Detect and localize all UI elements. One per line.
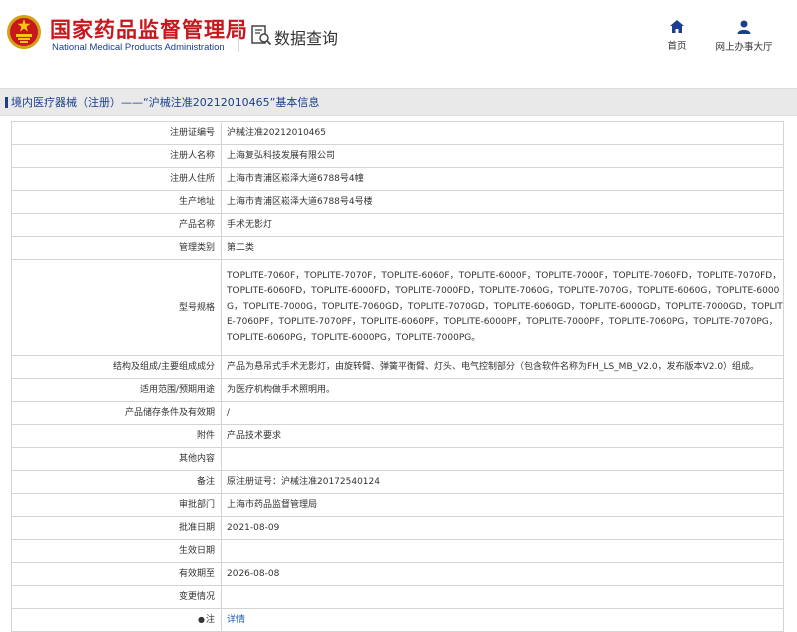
info-row: 生产地址 上海市青浦区崧泽大道6788号4号楼 bbox=[11, 190, 784, 214]
data-query-title: 数据查询 bbox=[274, 29, 339, 48]
info-row-label: 适用范围/预期用途 bbox=[11, 378, 222, 402]
info-row-value: / bbox=[221, 401, 784, 425]
info-row-value bbox=[221, 447, 784, 471]
info-row: 管理类别 第二类 bbox=[11, 236, 784, 260]
info-row-value: 上海复弘科技发展有限公司 bbox=[221, 144, 784, 168]
info-row-label: 附件 bbox=[11, 424, 222, 448]
info-row: 生效日期 bbox=[11, 539, 784, 563]
info-row: 注册证编号 沪械注准20212010465 bbox=[11, 121, 784, 145]
info-row: 其他内容 bbox=[11, 447, 784, 471]
info-row-value bbox=[221, 539, 784, 563]
info-row-value: 产品技术要求 bbox=[221, 424, 784, 448]
info-row-label: 其他内容 bbox=[11, 447, 222, 471]
info-row: 型号规格 TOPLITE-7060F，TOPLITE-7070F，TOPLITE-… bbox=[11, 259, 784, 356]
info-row-label: 结构及组成/主要组成成分 bbox=[11, 355, 222, 379]
data-query-icon bbox=[251, 25, 272, 46]
info-row-label: 生产地址 bbox=[11, 190, 222, 214]
nav-online-office-link[interactable]: 网上办事大厅 bbox=[712, 20, 776, 53]
info-row-label: 产品储存条件及有效期 bbox=[11, 401, 222, 425]
nav-home-link[interactable]: 首页 bbox=[662, 20, 692, 52]
info-row-label: 变更情况 bbox=[11, 585, 222, 609]
info-row: 结构及组成/主要组成成分 产品为悬吊式手术无影灯，由旋转臂、弹簧平衡臂、灯头、电气… bbox=[11, 355, 784, 379]
site-header: 国家药品监督管理局 National Medical Products Admi… bbox=[0, 0, 797, 78]
info-row: 有效期至 2026-08-08 bbox=[11, 562, 784, 586]
info-row-label: 审批部门 bbox=[11, 493, 222, 517]
info-row-label: 备注 bbox=[11, 470, 222, 494]
info-row: 变更情况 bbox=[11, 585, 784, 609]
info-row-value: 详情 bbox=[221, 608, 784, 632]
info-row: 审批部门 上海市药品监督管理局 bbox=[11, 493, 784, 517]
nav-online-office-label: 网上办事大厅 bbox=[715, 42, 773, 53]
info-row-value bbox=[221, 585, 784, 609]
breadcrumb: 境内医疗器械（注册）——“沪械注准20212010465”基本信息 bbox=[0, 88, 797, 116]
info-row-value: 上海市药品监督管理局 bbox=[221, 493, 784, 517]
device-info-table: 注册证编号 沪械注准20212010465 注册人名称 上海复弘科技发展有限公司 注册人… bbox=[11, 121, 784, 632]
site-name-en: National Medical Products Administration bbox=[52, 42, 225, 53]
info-row-value: 第二类 bbox=[221, 236, 784, 260]
info-row-label: 生效日期 bbox=[11, 539, 222, 563]
breadcrumb-marker bbox=[5, 97, 8, 108]
breadcrumb-text: 境内医疗器械（注册）——“沪械注准20212010465”基本信息 bbox=[11, 96, 320, 109]
info-row-value: 产品为悬吊式手术无影灯，由旋转臂、弹簧平衡臂、灯头、电气控制部分（包含软件名称为… bbox=[221, 355, 784, 379]
info-row: ●注 详情 bbox=[11, 608, 784, 632]
info-row-label: 型号规格 bbox=[11, 259, 222, 356]
nav-home-label: 首页 bbox=[667, 41, 687, 52]
info-row-value: 2021-08-09 bbox=[221, 516, 784, 540]
info-row-label: 有效期至 bbox=[11, 562, 222, 586]
info-row-value: 上海市青浦区崧泽大道6788号4号楼 bbox=[221, 190, 784, 214]
info-row: 批准日期 2021-08-09 bbox=[11, 516, 784, 540]
info-row: 产品名称 手术无影灯 bbox=[11, 213, 784, 237]
info-row: 附件 产品技术要求 bbox=[11, 424, 784, 448]
info-row-label: 产品名称 bbox=[11, 213, 222, 237]
info-row: 注册人名称 上海复弘科技发展有限公司 bbox=[11, 144, 784, 168]
details-link[interactable]: 详情 bbox=[227, 615, 245, 625]
info-row: 注册人住所 上海市青浦区崧泽大道6788号4幢 bbox=[11, 167, 784, 191]
info-row: 备注 原注册证号：沪械注准20172540124 bbox=[11, 470, 784, 494]
info-row-label: 注册证编号 bbox=[11, 121, 222, 145]
info-row-value: 沪械注准20212010465 bbox=[221, 121, 784, 145]
header-divider bbox=[238, 20, 239, 52]
info-row-value: 2026-08-08 bbox=[221, 562, 784, 586]
national-emblem-icon bbox=[7, 15, 41, 49]
info-row-value: TOPLITE-7060F，TOPLITE-7070F，TOPLITE-6060… bbox=[221, 259, 784, 356]
user-icon bbox=[737, 20, 751, 34]
info-row: 适用范围/预期用途 为医疗机构做手术照明用。 bbox=[11, 378, 784, 402]
info-row-label: 注册人名称 bbox=[11, 144, 222, 168]
info-row-value: 上海市青浦区崧泽大道6788号4幢 bbox=[221, 167, 784, 191]
info-row: 产品储存条件及有效期 / bbox=[11, 401, 784, 425]
info-row-value: 手术无影灯 bbox=[221, 213, 784, 237]
info-row-label: 注册人住所 bbox=[11, 167, 222, 191]
home-icon bbox=[670, 20, 684, 33]
info-row-label-text: 注 bbox=[205, 615, 215, 625]
info-row-label: ●注 bbox=[11, 608, 222, 632]
site-name-cn: 国家药品监督管理局 bbox=[50, 18, 248, 42]
info-row-label: 批准日期 bbox=[11, 516, 222, 540]
info-row-value: 原注册证号：沪械注准20172540124 bbox=[221, 470, 784, 494]
info-row-label: 管理类别 bbox=[11, 236, 222, 260]
info-row-value: 为医疗机构做手术照明用。 bbox=[221, 378, 784, 402]
